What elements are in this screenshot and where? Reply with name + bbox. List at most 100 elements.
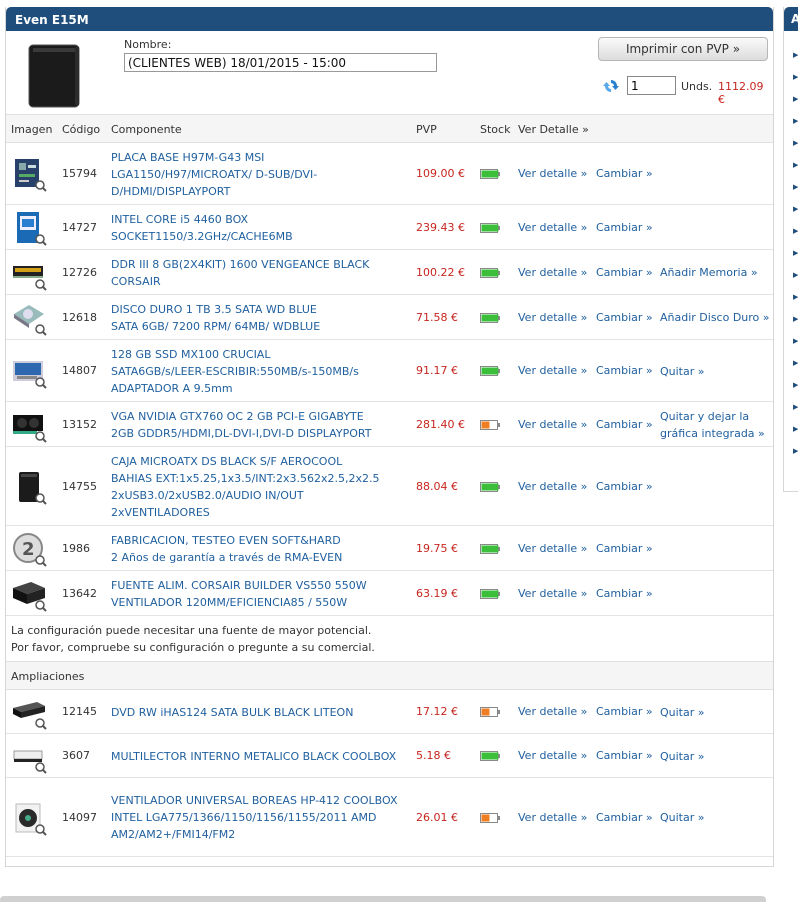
side-panel-arrow-icon[interactable]: ▶: [793, 73, 798, 81]
pc-case-icon[interactable]: [11, 469, 47, 505]
change-link[interactable]: Cambiar »: [596, 266, 653, 279]
side-panel-arrow-icon[interactable]: ▶: [793, 293, 798, 301]
side-panel-arrow-icon[interactable]: ▶: [793, 117, 798, 125]
product-description[interactable]: 128 GB SSD MX100 CRUCIAL SATA6GB/s/LEER-E…: [111, 346, 406, 397]
side-panel-arrow-icon[interactable]: ▶: [793, 315, 798, 323]
side-panel-arrow-icon[interactable]: ▶: [793, 95, 798, 103]
refresh-icon[interactable]: [603, 78, 619, 94]
motherboard-icon[interactable]: [11, 156, 47, 192]
ssd-icon[interactable]: [11, 353, 47, 389]
side-panel: A ▶ ▶ ▶ ▶ ▶ ▶ ▶ ▶ ▶ ▶ ▶ ▶ ▶ ▶ ▶ ▶ ▶ ▶ ▶: [783, 7, 798, 492]
change-link[interactable]: Cambiar »: [596, 418, 653, 431]
extra-action-link[interactable]: Quitar »: [660, 363, 775, 380]
side-panel-arrow-icon[interactable]: ▶: [793, 337, 798, 345]
configuration-panel: Even E15M Nombre: Imprimir con PVP » Und…: [5, 7, 774, 867]
side-panel-arrow-icon[interactable]: ▶: [793, 425, 798, 433]
product-description[interactable]: VENTILADOR UNIVERSAL BOREAS HP-412 COOLB…: [111, 792, 406, 843]
extra-action-link[interactable]: Añadir Disco Duro »: [660, 309, 775, 326]
warranty-icon[interactable]: 2: [11, 531, 47, 567]
side-panel-arrow-icon[interactable]: ▶: [793, 403, 798, 411]
side-panel-arrow-icon[interactable]: ▶: [793, 161, 798, 169]
side-panel-arrow-icon[interactable]: ▶: [793, 139, 798, 147]
stock-low-icon: [480, 420, 500, 430]
side-panel-arrow-icon[interactable]: ▶: [793, 51, 798, 59]
configuration-name-input[interactable]: [124, 53, 437, 72]
product-description[interactable]: DDR III 8 GB(2X4KIT) 1600 VENGEANCE BLAC…: [111, 256, 406, 290]
view-detail-link[interactable]: Ver detalle »: [518, 749, 587, 762]
change-link[interactable]: Cambiar »: [596, 167, 653, 180]
change-link[interactable]: Cambiar »: [596, 311, 653, 324]
description-line: DDR III 8 GB(2X4KIT) 1600 VENGEANCE BLAC…: [111, 258, 370, 271]
side-panel-arrow-icon[interactable]: ▶: [793, 205, 798, 213]
view-detail-link[interactable]: Ver detalle »: [518, 221, 587, 234]
change-link[interactable]: Cambiar »: [596, 749, 653, 762]
card-reader-icon[interactable]: [11, 738, 47, 774]
stock-available-icon: [480, 313, 500, 323]
view-detail-link[interactable]: Ver detalle »: [518, 167, 587, 180]
side-panel-arrow-icon[interactable]: ▶: [793, 227, 798, 235]
change-link[interactable]: Cambiar »: [596, 811, 653, 824]
extra-action-link[interactable]: Quitar »: [660, 748, 775, 765]
view-detail-link[interactable]: Ver detalle »: [518, 480, 587, 493]
print-with-pvp-button[interactable]: Imprimir con PVP »: [598, 37, 768, 61]
description-line: 128 GB SSD MX100 CRUCIAL: [111, 348, 271, 361]
product-description[interactable]: VGA NVIDIA GTX760 OC 2 GB PCI-E GIGABYTE…: [111, 408, 406, 442]
change-link[interactable]: Cambiar »: [596, 705, 653, 718]
product-price: 17.12 €: [416, 705, 458, 718]
product-price: 100.22 €: [416, 266, 465, 279]
pc-case-image: [28, 44, 80, 108]
header-detail: Ver Detalle »: [518, 123, 589, 136]
view-detail-link[interactable]: Ver detalle »: [518, 705, 587, 718]
stock-low-icon: [480, 707, 500, 717]
extra-action-link[interactable]: Quitar »: [660, 704, 775, 721]
side-panel-arrow-icon[interactable]: ▶: [793, 183, 798, 191]
side-panel-arrow-icon[interactable]: ▶: [793, 271, 798, 279]
view-detail-link[interactable]: Ver detalle »: [518, 587, 587, 600]
ram-icon[interactable]: [11, 255, 47, 291]
stock-low-icon: [480, 813, 500, 823]
view-detail-link[interactable]: Ver detalle »: [518, 811, 587, 824]
quantity-input[interactable]: [627, 76, 676, 95]
extra-action-line: Añadir Memoria »: [660, 266, 758, 279]
product-description[interactable]: CAJA MICROATX DS BLACK S/F AEROCOOL BAHIA…: [111, 453, 406, 521]
product-description[interactable]: DISCO DURO 1 TB 3.5 SATA WD BLUE SATA 6GB…: [111, 301, 406, 335]
change-link[interactable]: Cambiar »: [596, 542, 653, 555]
side-panel-arrow-icon[interactable]: ▶: [793, 249, 798, 257]
power-supply-icon[interactable]: [11, 576, 47, 612]
view-detail-link[interactable]: Ver detalle »: [518, 266, 587, 279]
description-line: BAHIAS EXT:1x5.25,1x3.5/INT:2x3.562x2.5,…: [111, 472, 380, 485]
change-link[interactable]: Cambiar »: [596, 480, 653, 493]
view-detail-link[interactable]: Ver detalle »: [518, 311, 587, 324]
product-description[interactable]: FABRICACION, TESTEO EVEN SOFT&HARD 2 Años…: [111, 532, 406, 566]
graphics-card-icon[interactable]: [11, 407, 47, 443]
extra-action-link[interactable]: Quitar y dejar la gráfica integrada »: [660, 408, 775, 442]
product-code: 3607: [62, 749, 90, 762]
product-description[interactable]: DVD RW iHAS124 SATA BULK BLACK LITEON: [111, 704, 406, 721]
view-detail-link[interactable]: Ver detalle »: [518, 542, 587, 555]
change-link[interactable]: Cambiar »: [596, 587, 653, 600]
hard-drive-icon[interactable]: [11, 300, 47, 336]
header-component: Componente: [111, 123, 182, 136]
view-detail-link[interactable]: Ver detalle »: [518, 418, 587, 431]
extras-list: 12145 DVD RW iHAS124 SATA BULK BLACK LITE…: [6, 690, 773, 857]
product-description[interactable]: PLACA BASE H97M-G43 MSI LGA1150/H97/MICRO…: [111, 149, 406, 200]
side-panel-arrow-icon[interactable]: ▶: [793, 359, 798, 367]
change-link[interactable]: Cambiar »: [596, 364, 653, 377]
extra-action-line: Quitar »: [660, 750, 705, 763]
total-price: 1112.09 €: [718, 80, 764, 106]
extra-action-link[interactable]: Añadir Memoria »: [660, 264, 775, 281]
side-panel-arrow-icon[interactable]: ▶: [793, 381, 798, 389]
table-row: 12618 DISCO DURO 1 TB 3.5 SATA WD BLUE SAT…: [6, 295, 773, 340]
side-panel-arrow-icon[interactable]: ▶: [793, 447, 798, 455]
product-description[interactable]: FUENTE ALIM. CORSAIR BUILDER VS550 550W V…: [111, 577, 406, 611]
cpu-cooler-icon[interactable]: [11, 800, 47, 836]
dvd-drive-icon[interactable]: [11, 694, 47, 730]
product-description[interactable]: MULTILECTOR INTERNO METALICO BLACK COOLB…: [111, 748, 406, 765]
extra-action-link[interactable]: Quitar »: [660, 809, 775, 826]
product-description[interactable]: INTEL CORE i5 4460 BOX SOCKET1150/3.2GHz/…: [111, 211, 406, 245]
change-link[interactable]: Cambiar »: [596, 221, 653, 234]
table-row: 14755 CAJA MICROATX DS BLACK S/F AEROCOOL…: [6, 447, 773, 526]
view-detail-link[interactable]: Ver detalle »: [518, 364, 587, 377]
cpu-box-icon[interactable]: [11, 210, 47, 246]
description-line: FUENTE ALIM. CORSAIR BUILDER VS550 550W: [111, 579, 367, 592]
